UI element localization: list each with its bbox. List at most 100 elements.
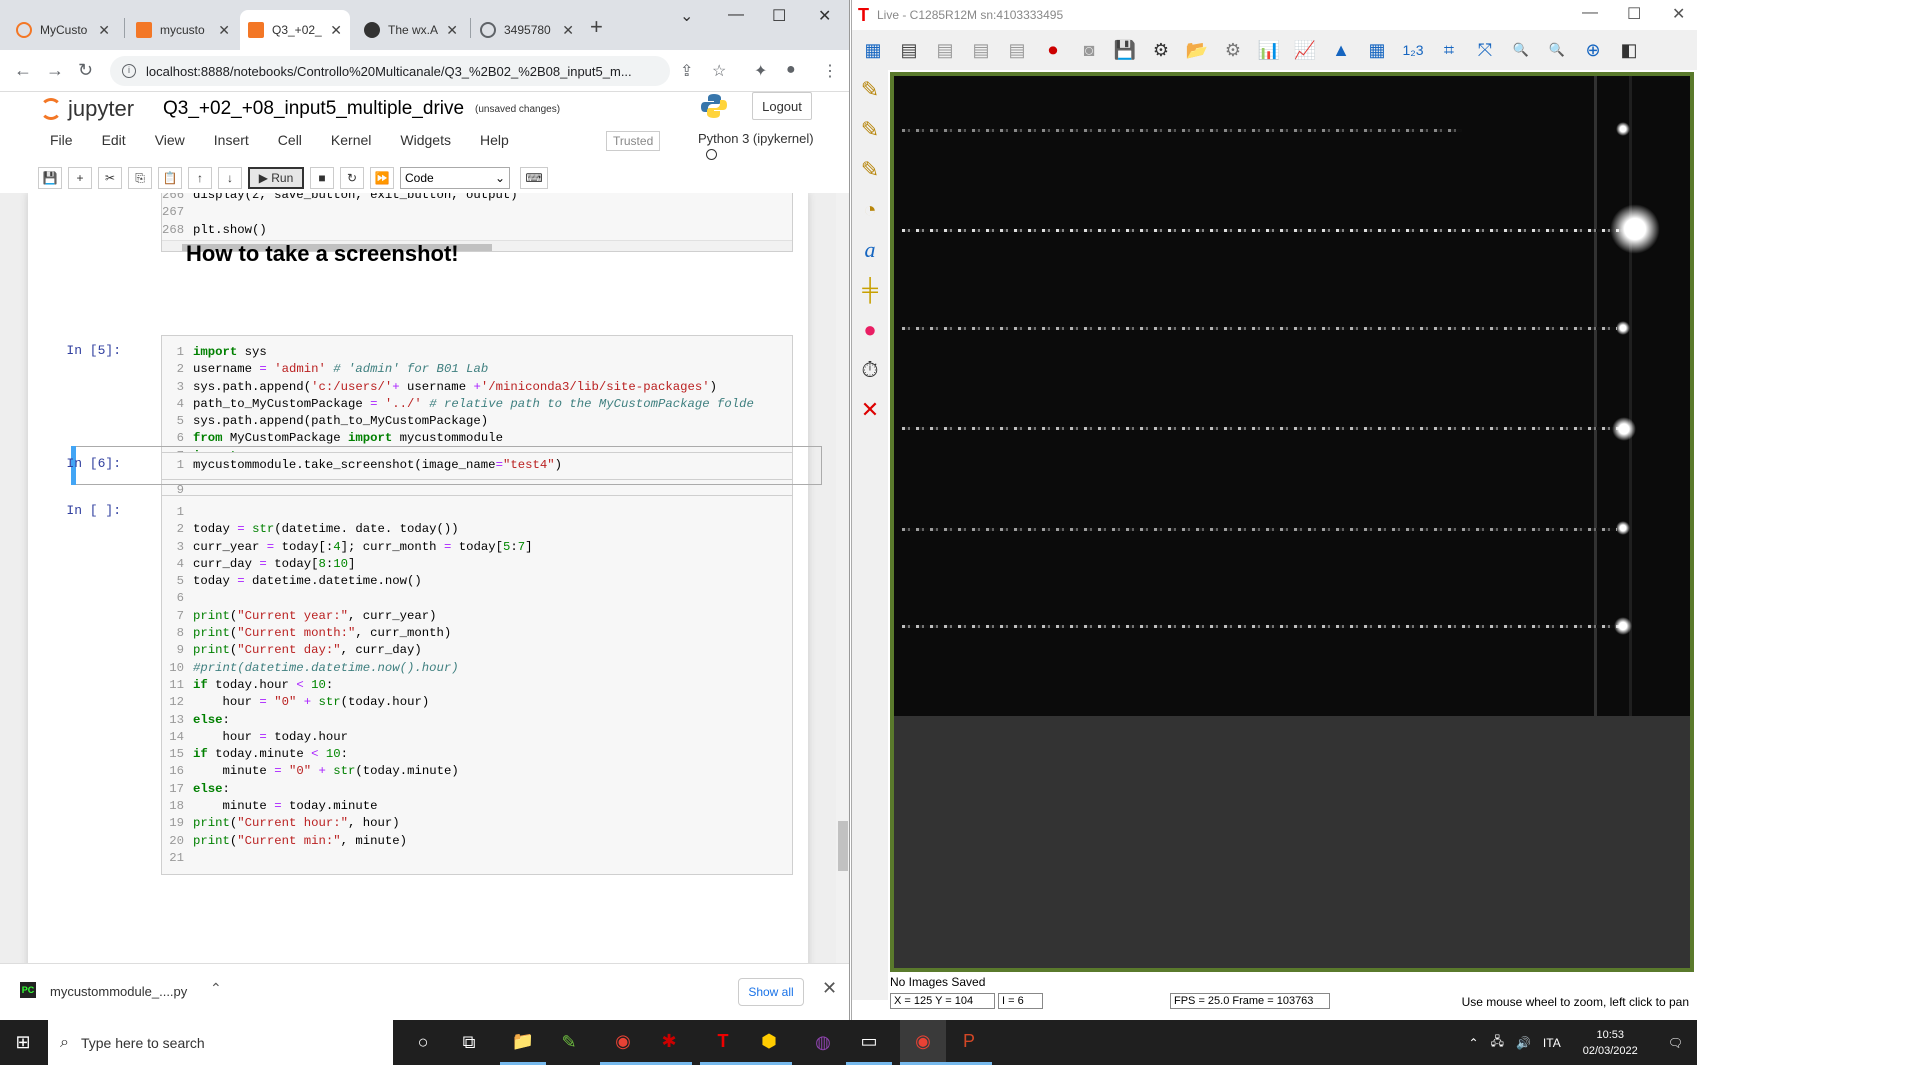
task-view-icon[interactable]: ⧉ [446,1020,492,1065]
close-window-button[interactable]: ✕ [1672,4,1685,24]
code-line[interactable]: 266 display(z, save_button, exit_button, … [162,193,792,204]
kernel-indicator[interactable]: Python 3 (ipykernel) [698,131,820,161]
menu-view[interactable]: View [155,132,185,148]
chrome-icon[interactable]: ◉ [600,1020,646,1065]
3d-plot-icon[interactable]: ▲ [1326,35,1356,65]
settings-dropdown-icon[interactable]: ▦ [858,35,888,65]
crosshair-icon[interactable]: ⊕ [1578,35,1608,65]
cut-icon[interactable]: ✂ [98,167,122,189]
code-line[interactable]: 267 [162,204,792,221]
code-line[interactable]: 1 [162,504,792,521]
profile-icon[interactable]: ● [786,61,796,79]
browser-tab-5[interactable]: 3495780 ✕ [472,10,582,50]
record-icon[interactable]: ⏺ [1038,35,1068,65]
code-line[interactable]: 4 curr_day = today[8:10] [162,556,792,573]
tab-search-icon[interactable]: ⌄ [680,6,693,26]
code-line[interactable]: 2 today = str(datetime. date. today()) [162,521,792,538]
maximize-button[interactable]: ☐ [1627,4,1641,24]
show-all-button[interactable]: Show all [738,978,804,1006]
save-settings-icon[interactable]: ⚙ [1146,35,1176,65]
chevron-up-icon[interactable]: ⌃ [210,980,222,997]
code-line[interactable]: 3 sys.path.append('c:/users/'+ username +… [162,379,792,396]
code-line[interactable]: 19 print("Current hour:", hour) [162,815,792,832]
menu-help[interactable]: Help [480,132,509,148]
code-line[interactable]: 268 plt.show() [162,222,792,239]
histogram-icon[interactable]: 📊 [1254,35,1284,65]
close-tab-icon[interactable]: ✕ [218,22,230,39]
add-cell-icon[interactable]: + [68,167,92,189]
scrollbar-thumb[interactable] [838,821,848,871]
film-strip-icon[interactable]: ▤ [966,35,996,65]
code-line[interactable]: 10 #print(datetime.datetime.now().hour) [162,660,792,677]
camera-app-icon[interactable]: T [700,1020,746,1065]
close-tab-icon[interactable]: ✕ [562,22,574,39]
minimize-button[interactable]: — [1582,4,1598,22]
restart-icon[interactable]: ↻ [340,167,364,189]
zoom-1-2-icon[interactable]: 🔍 [1542,35,1572,65]
code-line[interactable]: 6 [162,590,792,607]
reload-icon[interactable]: ↻ [78,60,93,81]
zoom-1-1-icon[interactable]: 🔍 [1506,35,1536,65]
gear-icon[interactable]: ⚙ [1218,35,1248,65]
language-indicator[interactable]: ITA [1543,1036,1561,1050]
code-editor[interactable]: 1 2 today = str(datetime. date. today()) 3 c… [161,495,793,875]
menu-kernel[interactable]: Kernel [331,132,371,148]
code-line[interactable]: 21 [162,850,792,867]
save-icon[interactable]: 💾 [38,167,62,189]
film-strip-icon[interactable]: ▤ [1002,35,1032,65]
save-icon[interactable]: 💾 [1110,35,1140,65]
chrome-active-icon[interactable]: ◉ [900,1020,946,1065]
powerpoint-icon[interactable]: P [946,1020,992,1065]
code-editor[interactable]: 1 mycustommodule.take_screenshot(image_na… [161,452,793,480]
terminal-icon[interactable]: ▭ [846,1020,892,1065]
close-tab-icon[interactable]: ✕ [98,22,110,39]
close-tab-icon[interactable]: ✕ [446,22,458,39]
open-folder-icon[interactable]: 📂 [1182,35,1212,65]
film-strip-icon[interactable]: ▤ [894,35,924,65]
interrupt-icon[interactable]: ■ [310,167,334,189]
film-strip-icon[interactable]: ▤ [930,35,960,65]
stopwatch-icon[interactable]: ⏱ [852,350,888,390]
chevron-up-icon[interactable]: ⌃ [1469,1036,1479,1050]
code-line[interactable]: 8 print("Current month:", curr_month) [162,625,792,642]
menu-widgets[interactable]: Widgets [400,132,451,148]
code-line[interactable]: 14 hour = today.hour [162,729,792,746]
app-ladybug-icon[interactable]: ✱ [646,1020,692,1065]
protractor-icon[interactable]: ◔ [852,190,888,230]
code-line[interactable]: 2 username = 'admin' # 'admin' for B01 La… [162,361,792,378]
url-input[interactable]: i localhost:8888/notebooks/Controllo%20M… [110,56,670,86]
code-line[interactable]: 17 else: [162,781,792,798]
file-explorer-icon[interactable]: 📁 [500,1020,546,1065]
taskbar-search-box[interactable]: ⌕ Type here to search [48,1020,393,1065]
code-line[interactable]: 5 today = datetime.datetime.now() [162,573,792,590]
browser-tab-2[interactable]: mycusto ✕ [128,10,238,50]
browser-tab-4[interactable]: The wx.A ✕ [356,10,466,50]
paste-icon[interactable]: 📋 [158,167,182,189]
anaconda-icon[interactable]: ⬢ [746,1020,792,1065]
download-filename[interactable]: mycustommodule_....py [50,984,187,999]
camera-viewport[interactable] [890,72,1694,972]
copy-icon[interactable]: ⎘ [128,167,152,189]
logout-button[interactable]: Logout [752,92,812,120]
move-up-icon[interactable]: ↑ [188,167,212,189]
new-tab-button[interactable]: + [590,14,603,40]
code-line[interactable]: 9 print("Current day:", curr_day) [162,642,792,659]
site-info-icon[interactable]: i [122,64,136,78]
cell-type-select[interactable]: Code ⌄ [400,167,510,189]
pencil-icon[interactable]: ✎ [852,110,888,150]
move-down-icon[interactable]: ↓ [218,167,242,189]
code-line[interactable]: 12 hour = "0" + str(today.hour) [162,694,792,711]
crop-icon[interactable]: ⌗ [1434,35,1464,65]
ruler-icon[interactable]: ╪ [852,270,888,310]
pencil-icon[interactable]: ✎ [852,70,888,110]
github-desktop-icon[interactable]: ◍ [800,1020,846,1065]
color-picker-icon[interactable]: ● [852,310,888,350]
code-line[interactable]: 13 else: [162,712,792,729]
extensions-icon[interactable]: ✦ [754,61,767,81]
code-line[interactable]: 11 if today.hour < 10: [162,677,792,694]
code-line[interactable]: 20 print("Current min:", minute) [162,833,792,850]
code-line[interactable]: 1 mycustommodule.take_screenshot(image_na… [162,457,792,474]
fit-icon[interactable]: ⤧ [1470,35,1500,65]
code-line[interactable]: 5 sys.path.append(path_to_MyCustomPackage… [162,413,792,430]
restart-run-all-icon[interactable]: ⏩ [370,167,394,189]
